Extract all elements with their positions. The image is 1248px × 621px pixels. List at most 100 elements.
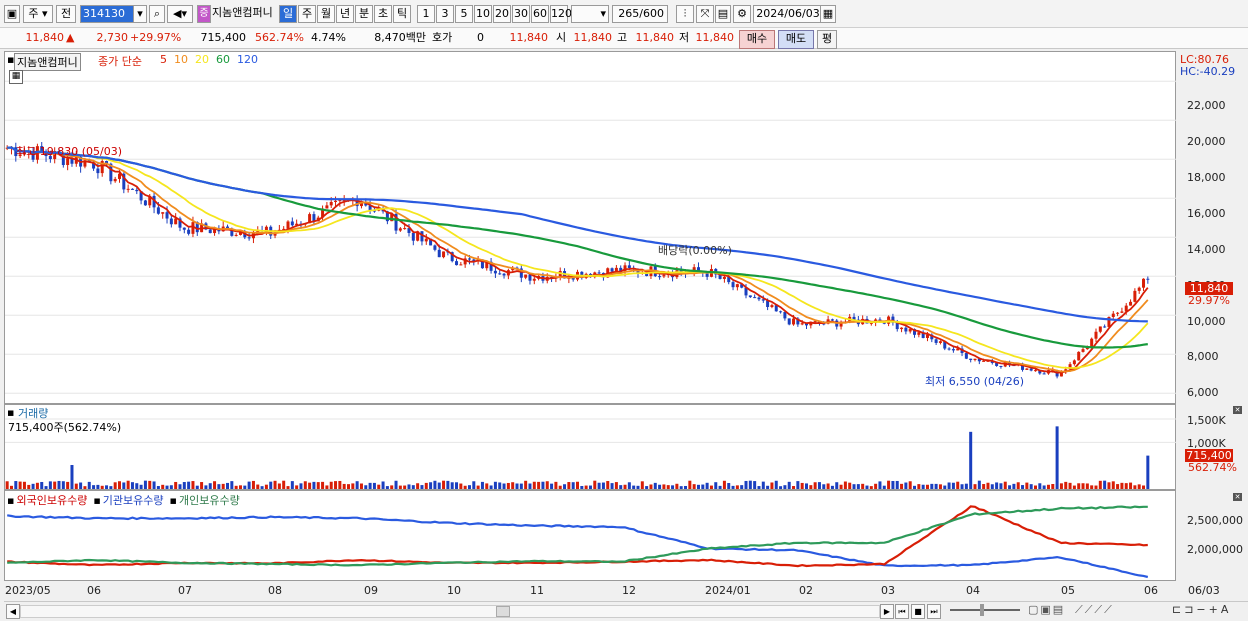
volume-bar [969, 431, 973, 489]
scroll-left-button[interactable]: ◀ [6, 604, 20, 619]
volume-bar [463, 485, 467, 489]
volume-bar [519, 483, 523, 489]
volume-bar [619, 485, 623, 489]
candle-body [947, 348, 951, 350]
ma-legend-20[interactable]: 20 [195, 53, 209, 66]
volume-bar [671, 485, 675, 489]
volume-bar [472, 481, 476, 489]
volume-bar [740, 485, 744, 489]
price-panel-title[interactable]: 지놈앤컴퍼니 [14, 53, 81, 71]
stop-icon[interactable]: ■ [911, 604, 925, 619]
volume-bar [260, 486, 264, 489]
volume-bar [70, 465, 74, 489]
x-axis-tick: 12 [622, 584, 636, 597]
drawing-tools-icon[interactable]: ▢▣▤ [1028, 603, 1065, 616]
volume-bar [805, 483, 808, 489]
candle-body [442, 251, 446, 258]
volume-bar [385, 486, 389, 489]
candle-body [113, 178, 117, 182]
holding-legend-0[interactable]: 외국인보유수량 [16, 494, 87, 507]
zoom-controls-icon[interactable]: ⊏⊐−+A [1172, 603, 1231, 616]
holding-legend-2[interactable]: 개인보유수량 [179, 494, 240, 507]
volume-panel-menu-icon[interactable]: ▪ [7, 406, 14, 419]
volume-bar [722, 480, 726, 489]
volume-bar [563, 484, 567, 489]
volume-bar [27, 484, 31, 489]
volume-bar [597, 482, 601, 489]
candle-body [247, 237, 251, 239]
line-tools-icon[interactable]: ⟋⟋⟋⟋ [1075, 603, 1114, 617]
candle-body [1029, 368, 1033, 371]
volume-bar [273, 480, 277, 489]
volume-bar [1133, 485, 1137, 489]
volume-bar [951, 482, 955, 489]
volume-bar [623, 484, 627, 489]
legend-swatch-icon: ▪ [93, 494, 101, 507]
price-axis-tick: 8,000 [1187, 350, 1219, 363]
volume-bar [338, 480, 342, 489]
volume-bar [355, 481, 359, 489]
jump-end-icon[interactable]: ⏭ [927, 604, 941, 619]
candle-body [403, 228, 407, 230]
volume-bar [558, 485, 562, 489]
volume-bar [1103, 480, 1107, 489]
holding-legend-1[interactable]: 기관보유수량 [103, 494, 164, 507]
jump-start-icon[interactable]: ⏮ [895, 604, 909, 619]
volume-bar [18, 481, 22, 489]
ma-legend-10[interactable]: 10 [174, 53, 188, 66]
candle-body [1090, 338, 1094, 347]
volume-bar [610, 483, 614, 489]
volume-close-icon[interactable]: ✕ [1233, 406, 1242, 414]
volume-bar [1003, 481, 1007, 489]
candle-body [1081, 349, 1085, 352]
holding-line-1 [7, 505, 1148, 568]
table-icon[interactable]: ▦ [9, 70, 23, 84]
volume-bar [238, 485, 242, 489]
volume-bar [947, 482, 951, 489]
volume-bar [269, 481, 273, 489]
volume-bar [662, 484, 666, 489]
volume-bar [925, 484, 929, 489]
zoom-slider-handle[interactable] [980, 604, 984, 616]
candle-body [999, 365, 1003, 367]
volume-bar [87, 481, 91, 489]
volume-bar [44, 486, 48, 489]
volume-bar [446, 480, 450, 489]
candle-body [1142, 278, 1146, 288]
ma-legend-60[interactable]: 60 [216, 53, 230, 66]
volume-bar [1012, 483, 1016, 489]
volume-bar [792, 486, 796, 489]
candle-body [334, 200, 338, 202]
volume-bar [40, 481, 44, 489]
x-axis-tick: 09 [364, 584, 378, 597]
volume-bar [731, 485, 735, 489]
volume-bar [5, 481, 9, 489]
volume-bar [714, 482, 718, 489]
scroll-right-button[interactable]: ▶ [880, 604, 894, 619]
candle-body [66, 158, 70, 166]
volume-bar [200, 482, 204, 489]
volume-bar [1029, 484, 1033, 489]
holding-axis-tick: 2,000,000 [1187, 543, 1243, 556]
volume-bar [1077, 483, 1081, 489]
scroll-thumb[interactable] [496, 606, 510, 617]
volume-bar [895, 480, 899, 489]
volume-bar [653, 482, 657, 489]
volume-bar [986, 482, 990, 489]
volume-bar [493, 481, 497, 489]
volume-bar [856, 484, 860, 489]
ma-legend-5[interactable]: 5 [160, 53, 167, 66]
x-axis-tick: 03 [881, 584, 895, 597]
candle-body [969, 358, 973, 360]
horizontal-scrollbar[interactable] [20, 605, 880, 618]
high-annotation: 최고 19,830 (05/03) [16, 145, 123, 158]
ma-line-20 [7, 146, 1149, 369]
volume-bar [645, 486, 649, 489]
legend-swatch-icon: ▪ [169, 494, 177, 507]
zoom-slider[interactable] [950, 609, 1020, 611]
candle-body [610, 268, 614, 272]
x-axis-tick: 05 [1061, 584, 1075, 597]
volume-bar [783, 485, 787, 489]
ma-legend-120[interactable]: 120 [237, 53, 258, 66]
holding-close-icon[interactable]: ✕ [1233, 493, 1242, 501]
